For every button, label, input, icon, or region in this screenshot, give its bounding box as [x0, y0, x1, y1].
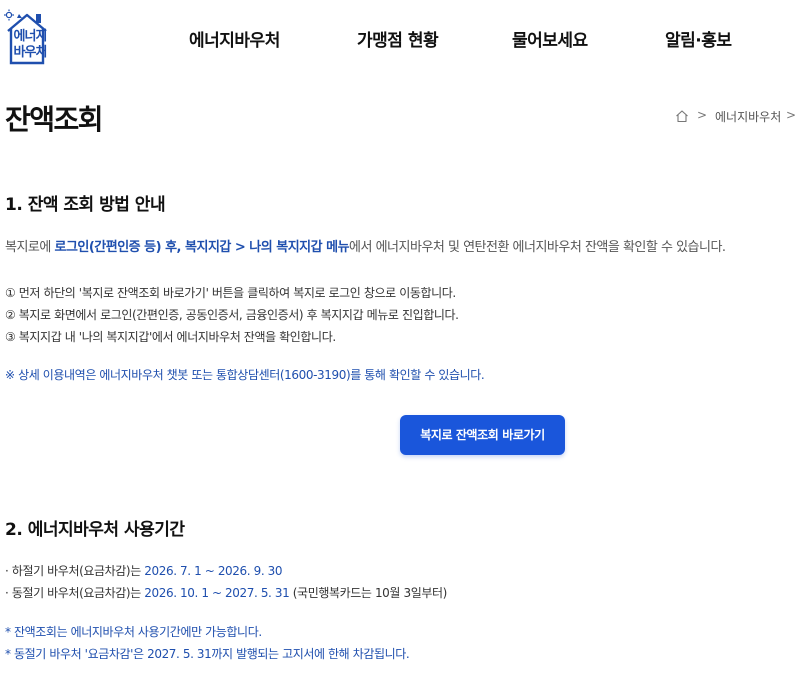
nav-store-status[interactable]: 가맹점 현황 [357, 26, 439, 51]
intro-pre: 복지로에 [5, 240, 55, 255]
bokjiro-balance-button[interactable]: 복지로 잔액조회 바로가기 [400, 415, 565, 455]
step-2: ② 복지로 화면에서 로그인(간편인증, 공동인증서, 금융인증서) 후 복지지… [5, 308, 459, 322]
balance-intro-text: 복지로에 로그인(간편인증 등) 후, 복지지갑 > 나의 복지지갑 메뉴에서 … [5, 236, 726, 255]
site-header: 에너지 바우처 에너지바우처 가맹점 현황 물어보세요 알림·홍보 [0, 0, 800, 78]
logo-text-line2: 바우처 [13, 45, 48, 60]
breadcrumb-current[interactable]: 에너지바우처 [715, 108, 781, 125]
period-note-2: * 동절기 바우처 '요금차감'은 2027. 5. 31까지 발행되는 고지서… [5, 647, 410, 661]
period-extra: (국민행복카드는 10월 3일부터) [289, 586, 448, 600]
winter-voucher-period: · 동절기 바우처(요금차감)는 2026. 10. 1 ~ 2027. 5. … [5, 584, 447, 601]
nav-ask[interactable]: 물어보세요 [512, 26, 588, 51]
nav-energy-voucher[interactable]: 에너지바우처 [189, 26, 280, 51]
summer-voucher-period: · 하절기 바우처(요금차감)는 2026. 7. 1 ~ 2026. 9. 3… [5, 562, 283, 579]
intro-post: 에서 에너지바우처 및 연탄전환 에너지바우처 잔액을 확인할 수 있습니다. [349, 240, 726, 255]
nav-notice-pr[interactable]: 알림·홍보 [665, 26, 732, 51]
page-title: 잔액조회 [5, 103, 104, 136]
breadcrumb-separator-trailing: > [786, 108, 797, 122]
section-title-balance-guide: 1. 잔액 조회 방법 안내 [5, 195, 166, 215]
period-label: · 동절기 바우처(요금차감)는 [5, 586, 145, 600]
detail-usage-note: ※ 상세 이용내역은 에너지바우처 챗봇 또는 통합상담센터(1600-3190… [5, 368, 485, 382]
period-label: · 하절기 바우처(요금차감)는 [5, 564, 145, 578]
period-range: 2026. 7. 1 ~ 2026. 9. 30 [144, 564, 283, 578]
energy-voucher-logo[interactable]: 에너지 바우처 [4, 9, 50, 65]
step-3: ③ 복지지갑 내 '나의 복지지갑'에서 에너지바우처 잔액을 확인합니다. [5, 330, 336, 344]
section-title-usage-period: 2. 에너지바우처 사용기간 [5, 520, 185, 540]
breadcrumb-separator: > [697, 108, 708, 122]
intro-highlight: 로그인(간편인증 등) 후, 복지지갑 > 나의 복지지갑 메뉴 [54, 240, 350, 255]
home-icon[interactable] [675, 109, 689, 123]
step-1: ① 먼저 하단의 '복지로 잔액조회 바로가기' 버튼을 클릭하여 복지로 로그… [5, 286, 456, 300]
logo-text-line1: 에너지 [13, 29, 48, 44]
period-range: 2026. 10. 1 ~ 2027. 5. 31 [144, 586, 290, 600]
period-note-1: * 잔액조회는 에너지바우처 사용기간에만 가능합니다. [5, 625, 262, 639]
